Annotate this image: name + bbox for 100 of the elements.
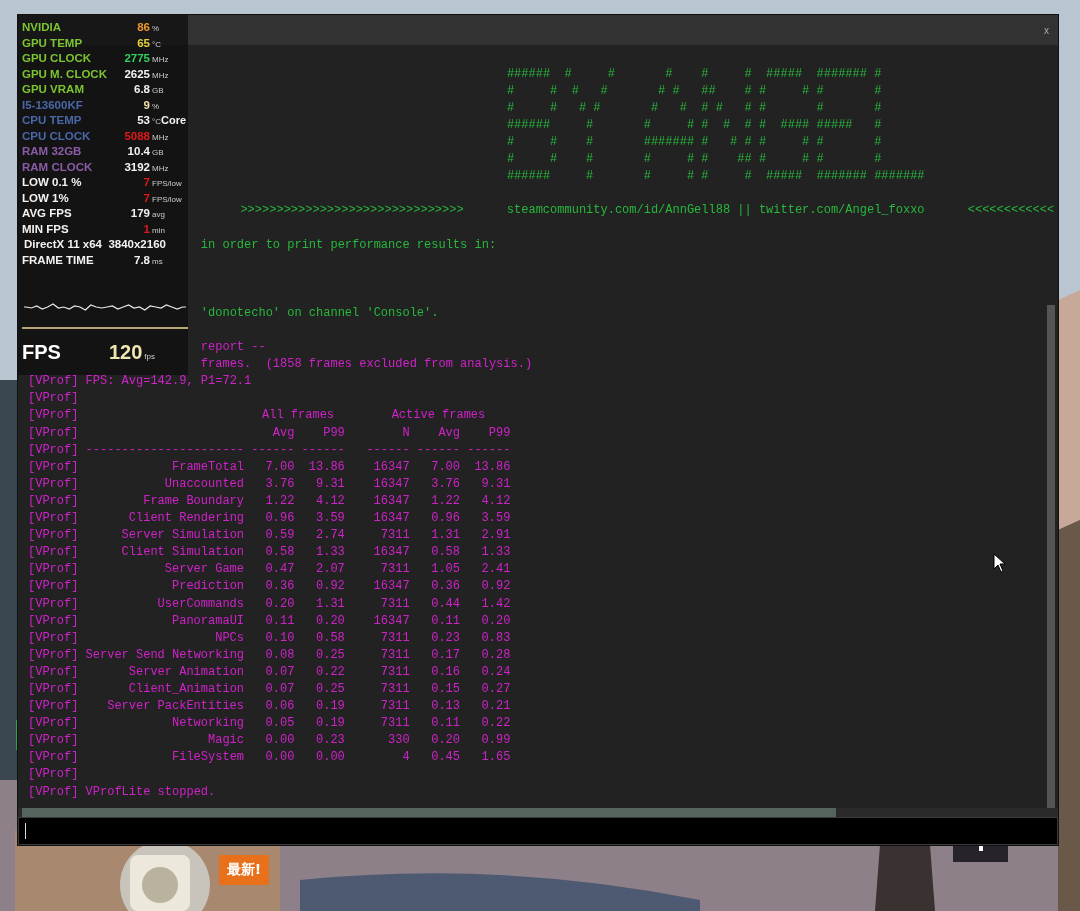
table-cell-text: 1.05 — [430, 561, 460, 579]
console-text: report -- — [200, 339, 266, 357]
stat-label: GPU M. CLOCK — [22, 66, 107, 82]
channel-tag: [VProf] — [28, 475, 79, 493]
table-cell-text: 0.36 — [264, 578, 295, 596]
table-cell-text: 7311 — [379, 715, 410, 733]
column-header: Avg — [437, 424, 460, 442]
stat-label: CPU CLOCK — [22, 128, 91, 144]
table-cell-text: 0.16 — [430, 663, 460, 681]
stat-value: 5088 — [124, 128, 150, 144]
column-group-header: All frames — [261, 407, 336, 425]
channel-tag: [VProf] — [28, 783, 79, 801]
scrollbar-thumb[interactable] — [1047, 305, 1055, 808]
stat-unit: °C — [152, 38, 161, 51]
stat-label: RAM 32GB — [22, 144, 82, 159]
table-cell-text: FrameTotal — [171, 458, 245, 476]
stat-unit: FPS/low — [152, 178, 182, 190]
stat-value: 53 — [137, 113, 150, 128]
column-header: P99 — [487, 424, 511, 442]
channel-tag: [VProf] — [28, 407, 79, 425]
stat-value: 10.4 — [127, 144, 150, 159]
stat-value: 179 — [130, 206, 150, 221]
table-cell-text: 0.24 — [480, 663, 511, 681]
table-cell-text: 7311 — [379, 527, 410, 545]
channel-tag: [VProf] — [28, 510, 79, 528]
table-cell-text: 0.19 — [315, 715, 345, 733]
table-cell-text: 0.19 — [315, 698, 345, 716]
stat-unit: MHz — [152, 69, 169, 82]
command-input[interactable] — [18, 817, 1058, 845]
cursor-icon — [993, 553, 1007, 573]
stat-unit: GB — [152, 147, 164, 159]
column-header: Avg — [271, 424, 295, 442]
channel-tag: [VProf] — [28, 595, 79, 613]
stat-label: FRAME TIME — [22, 252, 94, 268]
table-cell-text: 7311 — [379, 680, 410, 698]
column-group-header: Active frames — [390, 407, 487, 425]
stat-value: 2625 — [124, 66, 150, 82]
stat-label: GPU VRAM — [22, 82, 84, 97]
table-cell-text: 0.22 — [315, 663, 345, 681]
table-cell-text: 7.00 — [264, 458, 295, 476]
table-cell-text: 0.00 — [264, 732, 295, 750]
scrollbar-thumb[interactable] — [22, 808, 836, 817]
table-cell-text: 0.45 — [430, 749, 460, 767]
table-cell-text: 330 — [387, 732, 410, 750]
channel-tag: [VProf] — [28, 561, 79, 579]
channel-tag: [VProf] — [28, 715, 79, 733]
table-cell-text: 0.15 — [430, 680, 460, 698]
stat-value: 65 — [137, 35, 150, 51]
fps-label: FPS — [22, 341, 61, 364]
channel-tag: [VProf] — [28, 663, 79, 681]
table-cell-text: 0.25 — [315, 680, 345, 698]
table-cell-text: PanoramaUI — [171, 612, 245, 630]
table-cell-text: Networking — [171, 715, 245, 733]
table-cell-text: Prediction — [171, 578, 245, 596]
table-cell-text: 7311 — [379, 646, 410, 664]
table-cell-text: 0.00 — [264, 749, 295, 767]
stat-value: 6.8 — [134, 82, 150, 97]
table-cell-text: 7.00 — [430, 458, 460, 476]
ascii-art-line: ###### # # # # # # # #### ##### # — [506, 116, 882, 134]
table-cell-text: 16347 — [372, 510, 410, 528]
table-cell-text: NPCs — [214, 629, 245, 647]
stat-unit: FPS/low — [152, 193, 182, 206]
stat-label: GPU CLOCK — [22, 51, 91, 66]
table-cell-text: 0.20 — [264, 595, 295, 613]
channel-tag: [VProf] — [28, 373, 79, 391]
stat-label: LOW 0.1 % — [22, 175, 82, 190]
stat-label: CPU TEMP — [22, 113, 82, 128]
stat-unit: avg — [152, 209, 165, 221]
table-cell-text: 1.33 — [315, 544, 345, 562]
stat-value: 86 — [137, 20, 150, 35]
table-cell-text: 0.20 — [315, 612, 345, 630]
table-cell-text: 0.22 — [480, 715, 511, 733]
stat-unit: ms — [152, 255, 163, 268]
channel-tag: [VProf] — [28, 629, 79, 647]
table-cell-text: 0.83 — [480, 629, 511, 647]
stat-value: 7 — [143, 190, 150, 206]
stat-extra: Core — [161, 113, 187, 128]
table-cell-text: 1.22 — [430, 492, 460, 510]
table-cell-text: 0.13 — [430, 698, 460, 716]
table-cell-text: 2.41 — [480, 561, 511, 579]
table-cell-text: 0.23 — [430, 629, 460, 647]
table-rule: ------ — [301, 441, 345, 459]
table-cell-text: Client Simulation — [120, 544, 245, 562]
stat-label: I5-13600KF — [22, 97, 83, 113]
table-cell-text: Server PackEntities — [106, 698, 245, 716]
channel-tag: [VProf] — [28, 766, 79, 784]
table-cell-text: 1.65 — [480, 749, 511, 767]
table-cell-text: 1.31 — [430, 527, 460, 545]
stat-value: 9 — [143, 97, 150, 113]
channel-tag: [VProf] — [28, 544, 79, 562]
console-text: >>>>>>>>>>>>>>>>>>>>>>>>>>>>>>> steamcommunity.com/id/AnnGell88 || twitter.com/Angel_foxxo <<<<<<<<<<<< — [240, 202, 1055, 220]
stat-value: 7.8 — [134, 252, 150, 268]
close-button[interactable]: x — [1041, 22, 1052, 38]
table-cell-text: 0.20 — [480, 612, 511, 630]
channel-tag: [VProf] — [28, 458, 79, 476]
table-cell-text: 16347 — [372, 492, 410, 510]
new-badge: 最新! — [219, 855, 269, 885]
ascii-art-line: ###### # # # # # ##### ####### # — [506, 65, 882, 83]
table-cell-text: 2.91 — [480, 527, 511, 545]
console-text: FPS: Avg=142.9, P1=72.1 — [85, 373, 252, 391]
